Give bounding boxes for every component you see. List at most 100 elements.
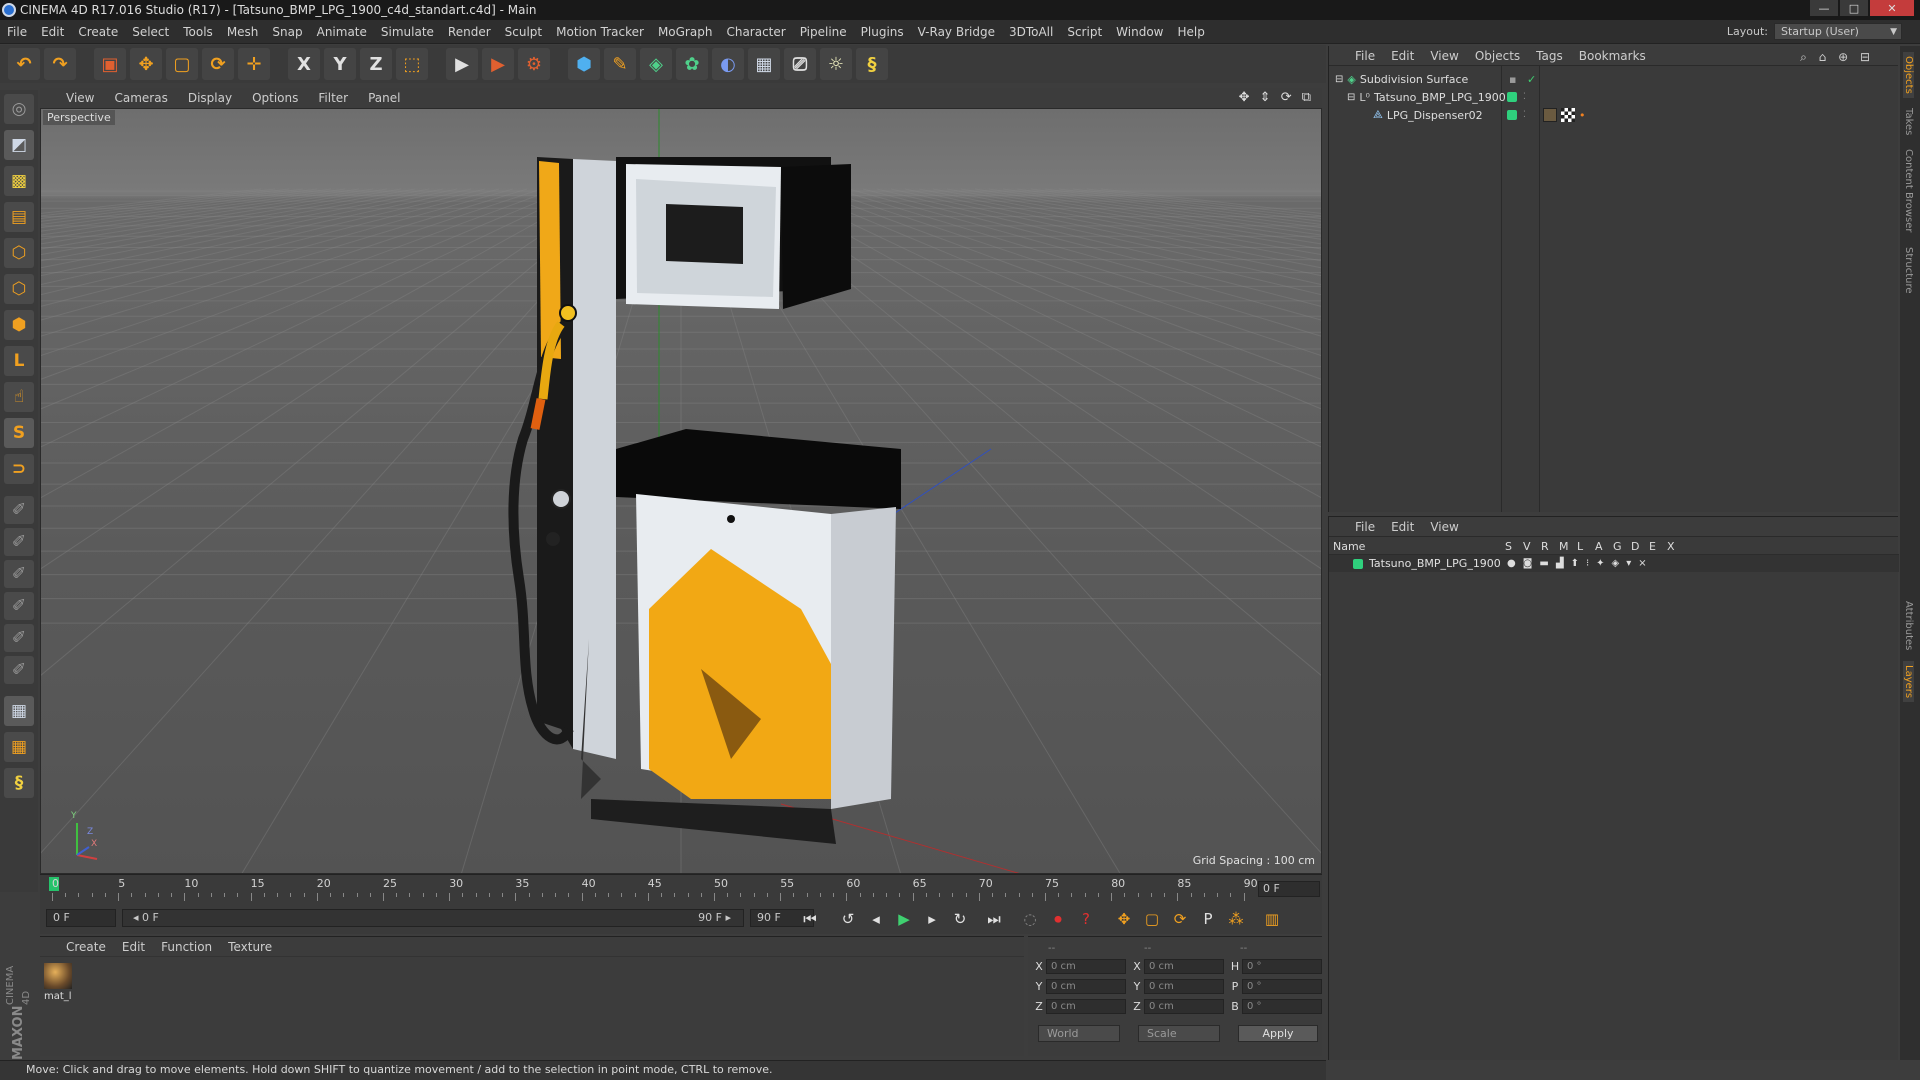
- side-tab-attributes[interactable]: Attributes: [1903, 597, 1914, 654]
- next-frame-icon[interactable]: ▸: [920, 908, 944, 930]
- layer-column-header[interactable]: A: [1595, 540, 1603, 553]
- menu-character[interactable]: Character: [719, 25, 792, 39]
- brush-2-icon[interactable]: ✐: [4, 528, 34, 556]
- lpg-dispenser-model[interactable]: [508, 157, 901, 844]
- material-swatch[interactable]: [44, 963, 72, 989]
- pen-icon[interactable]: ✎: [604, 48, 636, 80]
- coord-value-field[interactable]: 0 °: [1242, 978, 1322, 994]
- brush-6-icon[interactable]: ✐: [4, 656, 34, 684]
- material-menu-texture[interactable]: Texture: [228, 940, 272, 954]
- scale-dropdown[interactable]: Scale: [1138, 1025, 1220, 1042]
- object-menu-bookmarks[interactable]: Bookmarks: [1579, 49, 1646, 63]
- viewport-menu-display[interactable]: Display: [188, 91, 232, 105]
- goto-end-icon[interactable]: ⏭: [982, 908, 1006, 930]
- menu-3dtoall[interactable]: 3DToAll: [1002, 25, 1060, 39]
- scale-icon[interactable]: ▢: [166, 48, 198, 80]
- polygons-mode-icon[interactable]: ⬢: [4, 310, 34, 340]
- side-tab-structure[interactable]: Structure: [1903, 243, 1914, 298]
- viewport-menu-panel[interactable]: Panel: [368, 91, 400, 105]
- brush-1-icon[interactable]: ✐: [4, 496, 34, 524]
- viewport-menu-view[interactable]: View: [66, 91, 94, 105]
- record-icon[interactable]: ⏺: [1046, 908, 1070, 930]
- object-menu-tags[interactable]: Tags: [1536, 49, 1563, 63]
- object-menu-file[interactable]: File: [1355, 49, 1375, 63]
- cube-icon[interactable]: ⬢: [568, 48, 600, 80]
- layer-menu-edit[interactable]: Edit: [1391, 520, 1414, 534]
- expand-icon[interactable]: ⊟: [1347, 92, 1355, 103]
- layout-dropdown[interactable]: Startup (User) ▼: [1774, 23, 1902, 40]
- key-move-icon[interactable]: ✥: [1112, 908, 1136, 930]
- undo-icon[interactable]: ↶: [8, 48, 40, 80]
- world-dropdown[interactable]: World: [1038, 1025, 1120, 1042]
- menu-render[interactable]: Render: [441, 25, 498, 39]
- z-axis-icon[interactable]: Z: [360, 48, 392, 80]
- menu-file[interactable]: File: [0, 25, 34, 39]
- layer-column-header[interactable]: G: [1613, 540, 1622, 553]
- menu-v-ray-bridge[interactable]: V-Ray Bridge: [911, 25, 1002, 39]
- object-row-subdivision[interactable]: ⊟ ◈ Subdivision Surface ▪ ✓: [1329, 70, 1899, 88]
- object-row-tatsuno[interactable]: ⊟ L⁰ Tatsuno_BMP_LPG_1900 ⁚: [1329, 88, 1899, 106]
- python-script-icon[interactable]: §: [4, 768, 34, 798]
- menu-create[interactable]: Create: [71, 25, 125, 39]
- prev-key-icon[interactable]: ↺: [836, 908, 860, 930]
- key-param-icon[interactable]: P: [1196, 908, 1220, 930]
- render-settings-icon[interactable]: ⚙: [518, 48, 550, 80]
- menu-mesh[interactable]: Mesh: [220, 25, 266, 39]
- layer-column-header[interactable]: X: [1667, 540, 1675, 553]
- axis-mode-icon[interactable]: L: [4, 346, 34, 376]
- move-icon[interactable]: ✥: [130, 48, 162, 80]
- make-editable-icon[interactable]: ◎: [4, 94, 34, 124]
- menu-select[interactable]: Select: [125, 25, 176, 39]
- visibility-dots-icon[interactable]: ⁚: [1523, 92, 1526, 102]
- menu-edit[interactable]: Edit: [34, 25, 71, 39]
- key-scale-icon[interactable]: ▢: [1140, 908, 1164, 930]
- coord-value-field[interactable]: 0 cm: [1046, 978, 1126, 994]
- menu-window[interactable]: Window: [1109, 25, 1170, 39]
- maximize-button[interactable]: □: [1840, 0, 1868, 16]
- texture-tag-icon[interactable]: [1543, 108, 1557, 122]
- menu-sculpt[interactable]: Sculpt: [498, 25, 549, 39]
- layer-column-header[interactable]: L: [1577, 540, 1583, 553]
- timeline-ruler[interactable]: 0 5 10 15 20 25 30 35 40 45 50 55 60 65 70 75 80 85 90 0 F: [40, 874, 1322, 902]
- render-view-icon[interactable]: ▶: [446, 48, 478, 80]
- goto-start-icon[interactable]: ⏮: [798, 908, 822, 930]
- grid-snap-icon[interactable]: ▦: [4, 732, 34, 762]
- layer-column-header[interactable]: R: [1541, 540, 1549, 553]
- transform-icon[interactable]: ✛: [238, 48, 270, 80]
- menu-plugins[interactable]: Plugins: [854, 25, 911, 39]
- minimize-button[interactable]: —: [1810, 0, 1838, 16]
- coord-value-field[interactable]: 0 °: [1242, 998, 1322, 1014]
- viewport-menu-filter[interactable]: Filter: [318, 91, 348, 105]
- start-frame-field[interactable]: 0 F: [46, 909, 116, 927]
- menu-snap[interactable]: Snap: [265, 25, 309, 39]
- current-frame-field[interactable]: 0 F: [1258, 881, 1320, 897]
- menu-tools[interactable]: Tools: [176, 25, 220, 39]
- object-menu-edit[interactable]: Edit: [1391, 49, 1414, 63]
- checker-tag-icon[interactable]: [1561, 108, 1575, 122]
- rotate-icon[interactable]: ⟳: [202, 48, 234, 80]
- tweak-icon[interactable]: ☝: [4, 382, 34, 412]
- menu-motion-tracker[interactable]: Motion Tracker: [549, 25, 651, 39]
- layer-column-header[interactable]: D: [1631, 540, 1639, 553]
- close-button[interactable]: ✕: [1870, 0, 1914, 16]
- material-menu-create[interactable]: Create: [66, 940, 106, 954]
- menu-pipeline[interactable]: Pipeline: [793, 25, 854, 39]
- loop-icon[interactable]: ↻: [948, 908, 972, 930]
- layer-row[interactable]: Tatsuno_BMP_LPG_1900 ●◙▬▟⬆⁝✦◈▾⨯: [1329, 555, 1899, 572]
- coord-value-field[interactable]: 0 °: [1242, 958, 1322, 974]
- edges-mode-icon[interactable]: ⬡: [4, 274, 34, 304]
- brush-4-icon[interactable]: ✐: [4, 592, 34, 620]
- frame-range-slider[interactable]: ◂ 0 F 90 F ▸: [122, 909, 744, 927]
- object-menu-view[interactable]: View: [1430, 49, 1458, 63]
- layer-flags-icons[interactable]: ●◙▬▟⬆⁝✦◈▾⨯: [1507, 558, 1654, 569]
- play-icon[interactable]: ▶: [892, 908, 916, 930]
- edit-checkmark-icon[interactable]: ▪: [1509, 73, 1516, 86]
- layer-menu-file[interactable]: File: [1355, 520, 1375, 534]
- layer-column-header[interactable]: Name: [1333, 540, 1365, 553]
- viewport-menu-cameras[interactable]: Cameras: [114, 91, 167, 105]
- layer-color-icon[interactable]: [1353, 558, 1363, 569]
- redo-icon[interactable]: ↷: [44, 48, 76, 80]
- menu-help[interactable]: Help: [1170, 25, 1211, 39]
- render-picture-icon[interactable]: ▶: [482, 48, 514, 80]
- y-axis-icon[interactable]: Y: [324, 48, 356, 80]
